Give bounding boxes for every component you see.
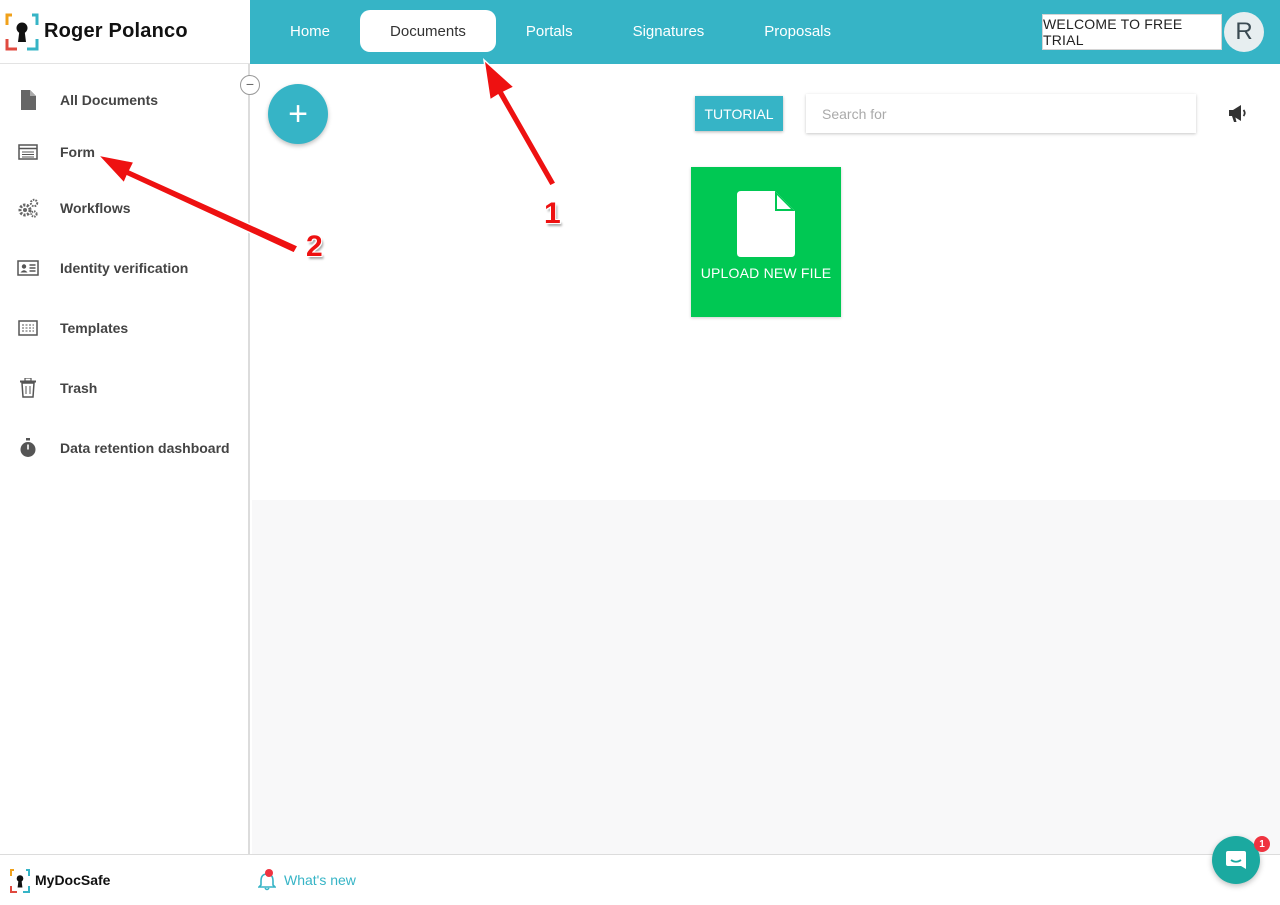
sidebar-item-label: Identity verification <box>60 260 189 276</box>
main-panel-empty-area <box>252 500 1280 854</box>
sidebar-item-trash[interactable]: Trash <box>0 368 248 408</box>
sidebar-item-label: All Documents <box>60 92 159 108</box>
footer-brand: MyDocSafe <box>35 872 111 888</box>
footer: MyDocSafe What's new <box>0 854 1280 905</box>
sidebar-item-label: Form <box>60 144 95 160</box>
stopwatch-icon <box>17 437 39 459</box>
chat-icon <box>1226 851 1246 869</box>
brand-name: Roger Polanco <box>44 20 188 42</box>
bell-icon <box>258 869 276 891</box>
sidebar-item-workflows[interactable]: Workflows <box>0 188 248 228</box>
megaphone-icon[interactable] <box>1226 101 1250 125</box>
upload-label: UPLOAD NEW FILE <box>700 265 832 281</box>
whats-new-link[interactable]: What's new <box>258 867 356 893</box>
id-card-icon <box>17 257 39 279</box>
tab-signatures[interactable]: Signatures <box>603 10 735 52</box>
sidebar-item-data-retention[interactable]: Data retention dashboard <box>0 428 248 468</box>
annotation-number-2: 2 <box>306 230 323 263</box>
tutorial-button[interactable]: TUTORIAL <box>695 96 783 131</box>
main-nav: Home Documents Portals Signatures Propos… <box>260 10 861 52</box>
sidebar-item-label: Workflows <box>60 200 131 216</box>
sidebar-item-label: Data retention dashboard <box>60 440 230 456</box>
brand-logo-icon <box>5 13 39 50</box>
avatar[interactable]: R <box>1224 12 1264 52</box>
form-icon <box>17 141 39 163</box>
tab-proposals[interactable]: Proposals <box>734 10 861 52</box>
annotation-number-1: 1 <box>544 197 561 230</box>
trash-icon <box>17 377 39 399</box>
gears-icon <box>17 197 39 219</box>
search-input[interactable] <box>806 94 1196 133</box>
whats-new-label: What's new <box>284 872 356 888</box>
free-trial-button[interactable]: WELCOME TO FREE TRIAL <box>1042 14 1222 50</box>
tab-portals[interactable]: Portals <box>496 10 603 52</box>
brand[interactable]: Roger Polanco <box>0 0 250 64</box>
sidebar-item-templates[interactable]: Templates <box>0 308 248 348</box>
footer-logo-icon <box>10 869 30 893</box>
file-icon <box>737 191 795 257</box>
collapse-sidebar-button[interactable]: − <box>240 75 260 95</box>
chat-notification-badge: 1 <box>1254 836 1270 852</box>
sidebar-item-all-documents[interactable]: All Documents <box>0 80 248 120</box>
add-button[interactable]: + <box>268 84 328 144</box>
sidebar-item-label: Trash <box>60 380 98 396</box>
tab-documents[interactable]: Documents <box>360 10 496 52</box>
sidebar-item-label: Templates <box>60 320 129 336</box>
chat-button[interactable] <box>1212 836 1260 884</box>
sidebar-item-form[interactable]: Form <box>0 132 248 172</box>
sidebar-item-identity-verification[interactable]: Identity verification <box>0 248 248 288</box>
document-icon <box>17 89 39 111</box>
template-icon <box>17 317 39 339</box>
sidebar: All Documents Form Workflows Identity ve… <box>0 64 250 854</box>
tab-home[interactable]: Home <box>260 10 360 52</box>
upload-new-file-button[interactable]: UPLOAD NEW FILE <box>691 167 841 317</box>
